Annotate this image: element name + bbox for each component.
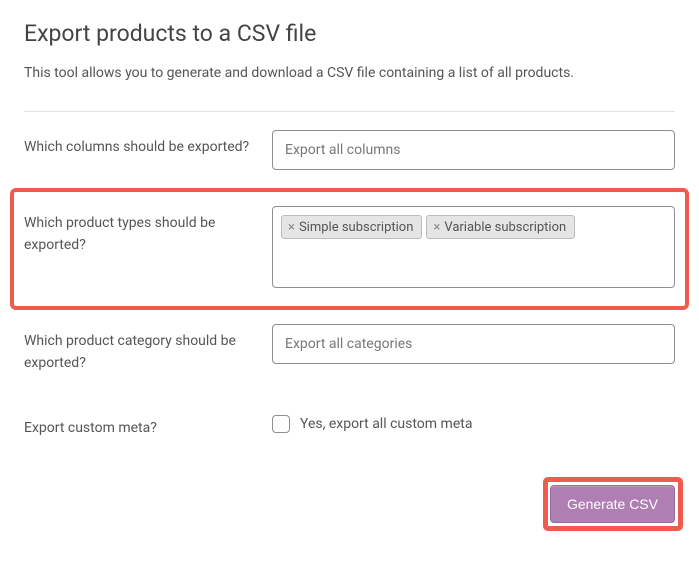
label-columns: Which columns should be exported?: [24, 130, 272, 158]
tag-label: Simple subscription: [299, 220, 413, 235]
row-product-types: Which product types should be exported? …: [24, 188, 675, 306]
row-category: Which product category should be exporte…: [24, 306, 675, 393]
label-product-types: Which product types should be exported?: [24, 206, 272, 257]
export-form: Which columns should be exported? Export…: [24, 111, 675, 457]
select-category[interactable]: Export all categories: [272, 324, 675, 364]
select-product-types[interactable]: × Simple subscription × Variable subscri…: [272, 206, 675, 288]
row-custom-meta: Export custom meta? Yes, export all cust…: [24, 393, 675, 457]
close-icon[interactable]: ×: [288, 221, 295, 234]
label-custom-meta: Export custom meta?: [24, 411, 272, 439]
label-category: Which product category should be exporte…: [24, 324, 272, 375]
checkbox-custom-meta-label: Yes, export all custom meta: [300, 416, 472, 432]
close-icon[interactable]: ×: [433, 221, 440, 234]
row-columns: Which columns should be exported? Export…: [24, 112, 675, 188]
select-columns-placeholder: Export all columns: [285, 142, 400, 158]
generate-csv-button[interactable]: Generate CSV: [550, 485, 675, 523]
checkbox-custom-meta[interactable]: [272, 415, 290, 433]
page-description: This tool allows you to generate and dow…: [24, 65, 675, 81]
tag-simple-subscription: × Simple subscription: [281, 215, 422, 239]
actions-row: Generate CSV: [24, 485, 675, 523]
select-columns[interactable]: Export all columns: [272, 130, 675, 170]
select-category-placeholder: Export all categories: [285, 336, 412, 352]
tag-variable-subscription: × Variable subscription: [426, 215, 575, 239]
tag-label: Variable subscription: [444, 220, 566, 235]
page-title: Export products to a CSV file: [24, 20, 675, 47]
